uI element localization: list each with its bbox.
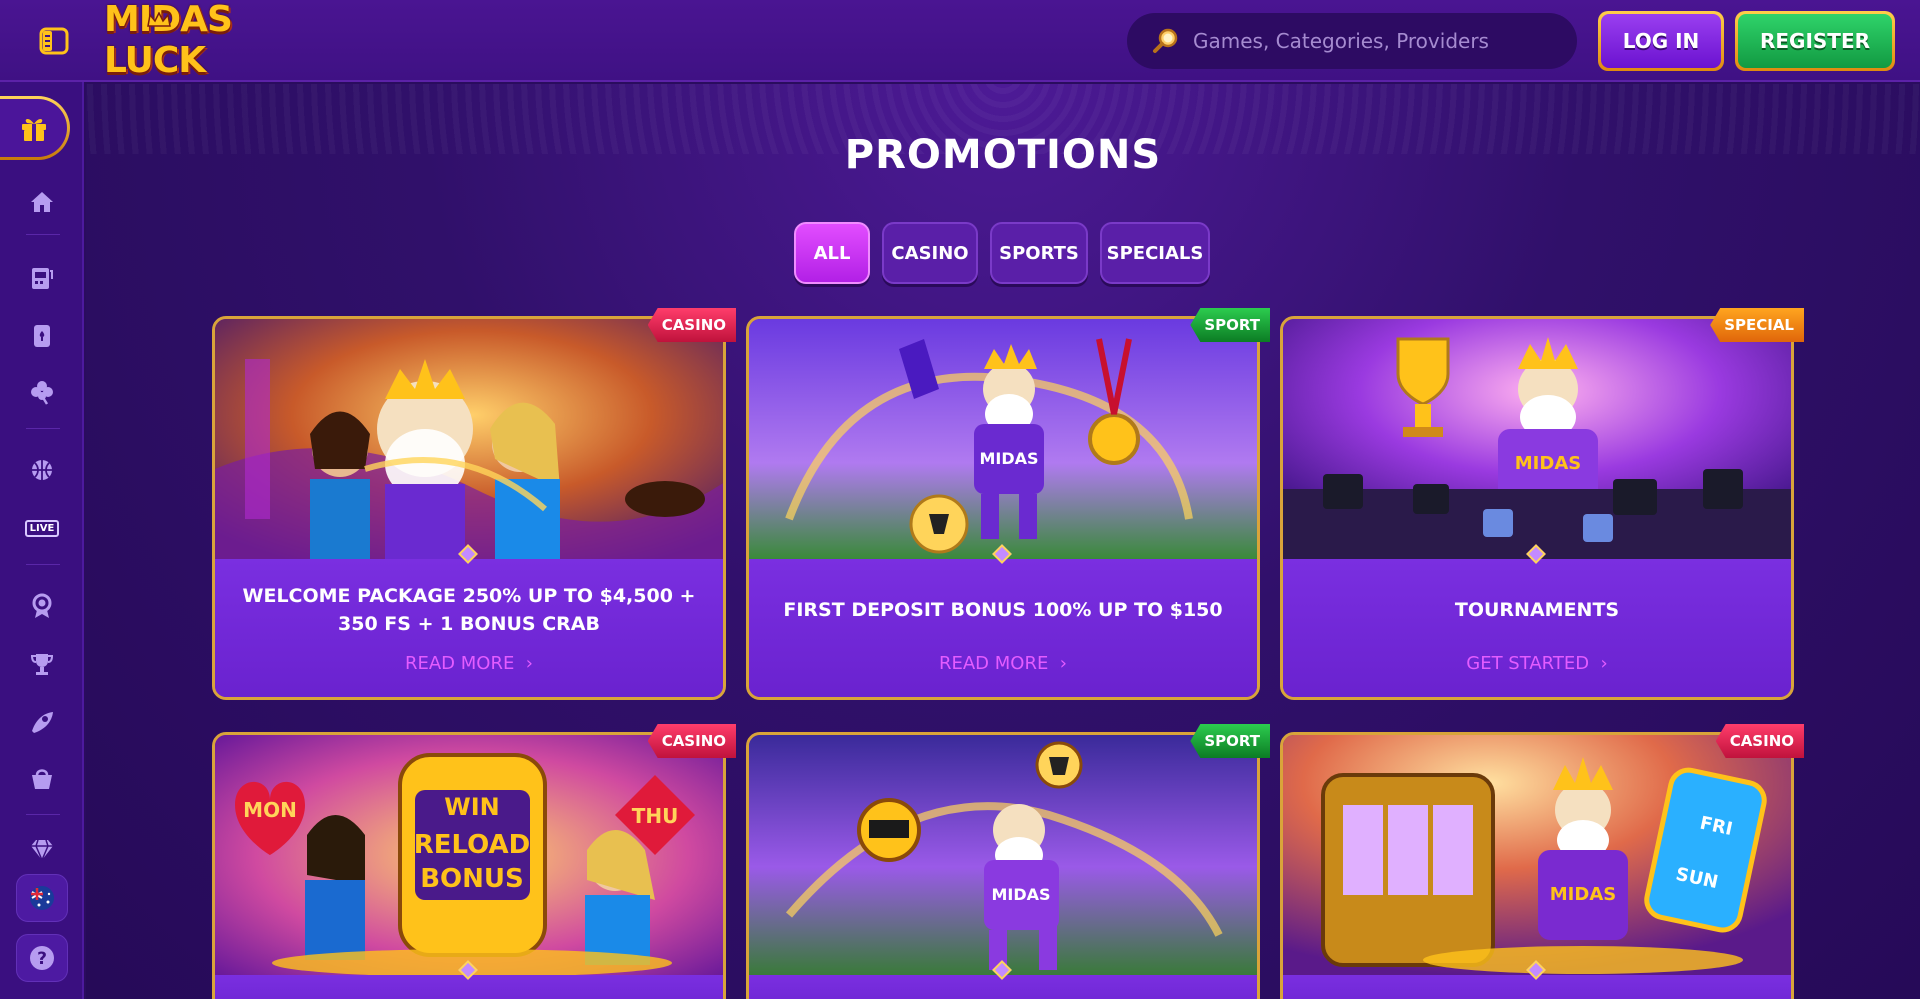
category-ribbon: SPORT	[1190, 724, 1270, 758]
search-input[interactable]	[1193, 29, 1553, 53]
help-icon: ?	[30, 946, 54, 970]
sidebar-nav: LIVE ?	[0, 82, 84, 999]
tab-casino[interactable]: CASINO	[882, 222, 978, 284]
register-button-label: REGISTER	[1738, 14, 1892, 68]
sidebar-item-table-games[interactable]	[20, 316, 64, 356]
promotion-filter-tabs: ALL CASINO SPORTS SPECIALS	[794, 222, 1210, 284]
promo-card[interactable]: MIDAS FIRST DEPOSIT BONUS 100% UP TO $15…	[746, 308, 1270, 700]
promo-card[interactable]: MIDAS TOURNAMENTS GET STARTED › SPECIAL	[1280, 308, 1804, 700]
category-ribbon: SPECIAL	[1710, 308, 1804, 342]
gift-icon	[21, 118, 46, 141]
cards-icon	[34, 325, 50, 347]
top-header: MIDAS LUCK LOG IN REGISTER	[0, 0, 1920, 82]
promo-card[interactable]: MIDAS SPORT	[746, 724, 1270, 999]
promo-image-welcome	[215, 319, 723, 559]
sidebar-item-shop[interactable]	[20, 758, 64, 798]
login-button[interactable]: LOG IN	[1598, 11, 1724, 71]
australia-flag-icon	[30, 886, 54, 910]
clover-icon	[31, 381, 53, 405]
sidebar-item-promotions[interactable]	[0, 96, 70, 160]
svg-text:MIDAS: MIDAS	[1550, 884, 1616, 905]
trophy-icon	[30, 654, 54, 675]
diamond-icon	[31, 839, 53, 861]
category-ribbon: CASINO	[647, 724, 736, 758]
tab-sports[interactable]: SPORTS	[990, 222, 1088, 284]
svg-text:MIDAS: MIDAS	[979, 449, 1038, 468]
promo-image-sport-first-deposit: MIDAS	[749, 319, 1257, 559]
promo-image-reload-bonus: WIN RELOAD BONUS MON THU	[215, 735, 723, 975]
badge-icon	[32, 593, 52, 618]
promo-image-tournaments: MIDAS	[1283, 319, 1791, 559]
read-more-link[interactable]: READ MORE ›	[749, 653, 1257, 674]
svg-text:MON: MON	[243, 798, 297, 822]
sidebar-item-home[interactable]	[20, 182, 64, 222]
promo-card[interactable]: WIN RELOAD BONUS MON THU CASINO	[212, 724, 736, 999]
crown-icon	[147, 12, 171, 27]
sidebar-toggle-icon[interactable]	[36, 24, 72, 58]
rocket-icon	[32, 712, 53, 733]
home-icon	[31, 192, 53, 212]
language-selector[interactable]	[16, 874, 68, 922]
sidebar-item-vip-club[interactable]	[20, 830, 64, 870]
search-bar[interactable]	[1127, 13, 1577, 69]
svg-text:WIN: WIN	[444, 793, 500, 821]
promo-card[interactable]: MIDAS FRI SUN CASINO	[1280, 724, 1804, 999]
sidebar-item-sports[interactable]	[20, 450, 64, 490]
page-title: PROMOTIONS	[844, 132, 1162, 178]
sidebar-item-crash[interactable]	[20, 702, 64, 742]
svg-text:MIDAS: MIDAS	[991, 885, 1050, 904]
svg-text:RELOAD: RELOAD	[414, 830, 531, 860]
register-button[interactable]: REGISTER	[1735, 11, 1895, 71]
category-ribbon: CASINO	[1715, 724, 1804, 758]
sidebar-item-lucky[interactable]	[20, 372, 64, 412]
login-button-label: LOG IN	[1601, 14, 1721, 68]
promo-image-sport-stopwatch: MIDAS	[749, 735, 1257, 975]
promo-title: FIRST DEPOSIT BONUS 100% UP TO $150	[783, 599, 1223, 621]
search-icon	[1153, 28, 1178, 53]
sidebar-item-tournaments[interactable]	[20, 644, 64, 684]
main-content: PROMOTIONS ALL CASINO SPORTS SPECIALS WE…	[86, 84, 1920, 999]
sidebar-item-slots[interactable]	[20, 258, 64, 298]
get-started-link[interactable]: GET STARTED ›	[1283, 653, 1791, 674]
svg-text:?: ?	[37, 949, 47, 969]
brand-logo[interactable]: MIDAS LUCK	[104, 0, 290, 81]
promo-card[interactable]: WELCOME PACKAGE 250% UP TO $4,500 + 350 …	[212, 308, 736, 700]
slot-machine-icon	[32, 268, 53, 289]
category-ribbon: SPORT	[1190, 308, 1270, 342]
sidebar-item-live[interactable]: LIVE	[20, 508, 64, 548]
logo-text: MIDAS LUCK	[104, 0, 233, 81]
category-ribbon: CASINO	[647, 308, 736, 342]
promo-title: WELCOME PACKAGE 250% UP TO $4,500 + 350 …	[242, 585, 696, 635]
promo-image-weekend-slots: MIDAS FRI SUN	[1283, 735, 1791, 975]
svg-text:THU: THU	[632, 804, 679, 828]
sidebar-item-vip[interactable]	[20, 586, 64, 626]
help-button[interactable]: ?	[16, 934, 68, 982]
tab-specials[interactable]: SPECIALS	[1100, 222, 1210, 284]
tab-all[interactable]: ALL	[794, 222, 870, 284]
live-icon: LIVE	[24, 519, 60, 537]
svg-text:BONUS: BONUS	[420, 864, 524, 894]
read-more-link[interactable]: READ MORE ›	[215, 653, 723, 674]
promo-title: TOURNAMENTS	[1454, 599, 1620, 621]
svg-text:MIDAS: MIDAS	[1515, 453, 1581, 474]
shop-basket-icon	[32, 769, 52, 789]
sports-ball-icon	[32, 460, 52, 480]
